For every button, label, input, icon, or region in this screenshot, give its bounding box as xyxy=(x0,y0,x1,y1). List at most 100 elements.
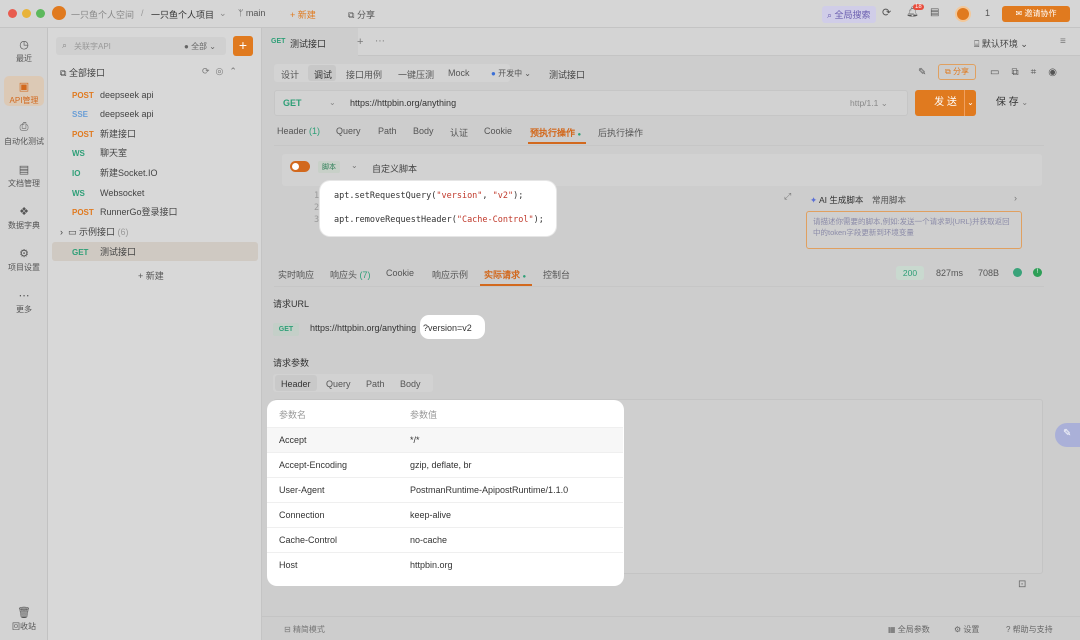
expand-icon[interactable]: ⤢ xyxy=(784,191,791,202)
project-name[interactable]: 一只鱼个人项目 xyxy=(151,8,214,21)
add-api-button[interactable]: + xyxy=(233,36,253,56)
subtab-cases[interactable]: 接口用例 xyxy=(346,68,382,81)
floating-assistant-button[interactable]: ✎ xyxy=(1055,423,1080,447)
share-api-button[interactable]: ⧉ 分享 xyxy=(938,64,976,80)
more-tabs-icon[interactable]: ⋯ xyxy=(375,36,385,47)
req-tab-header[interactable]: Header (1) xyxy=(277,126,320,136)
tree-item[interactable]: WS 聊天室 xyxy=(72,144,127,162)
rail-data-dictionary[interactable]: ❖ 数据字典 xyxy=(0,205,48,231)
http-version-selector[interactable]: http/1.1 ⌄ xyxy=(850,98,888,109)
req-tab-post-script[interactable]: 后执行操作 xyxy=(598,126,643,139)
code-editor[interactable]: 1 apt.setRequestQuery("version", "v2"); … xyxy=(314,181,556,236)
tree-item[interactable]: WS Websocket xyxy=(72,184,144,202)
tree-new-button[interactable]: + 新建 xyxy=(138,269,164,282)
help-button[interactable]: ? 帮助与支持 xyxy=(1006,624,1053,635)
maximize-window-button[interactable] xyxy=(36,9,45,18)
layout-icon[interactable]: ⊡ xyxy=(1018,579,1026,590)
rail-more[interactable]: ⋯ 更多 xyxy=(0,289,48,315)
collapse-icon[interactable]: ⌃ xyxy=(229,66,243,76)
sync-icon[interactable]: ⟳ xyxy=(882,6,891,19)
req-tab-query[interactable]: Query xyxy=(336,126,361,136)
resp-tab-headers[interactable]: 响应头 (7) xyxy=(330,268,371,281)
chevron-right-icon[interactable]: › xyxy=(1014,193,1017,203)
tree-item-active[interactable]: GET 测试接口 xyxy=(72,243,136,261)
url-input[interactable]: https://httpbin.org/anything xyxy=(350,98,456,108)
script-title[interactable]: 自定义脚本 xyxy=(372,162,417,175)
refresh-icon[interactable]: ⟳ xyxy=(202,66,216,76)
tree-search-input[interactable]: 关联字API xyxy=(74,41,111,52)
params-tab-body[interactable]: Body xyxy=(400,379,421,389)
method-selector[interactable]: GET xyxy=(283,98,302,108)
req-tab-path[interactable]: Path xyxy=(378,126,397,136)
script-toggle[interactable] xyxy=(290,161,310,172)
minimize-window-button[interactable] xyxy=(22,9,31,18)
rail-recent[interactable]: ◷ 最近 xyxy=(0,38,48,64)
params-tab-header[interactable]: Header xyxy=(281,379,311,389)
response-time: 827ms xyxy=(936,268,964,278)
params-tab-query[interactable]: Query xyxy=(326,379,351,389)
all-apis-node[interactable]: ⧉ 全部接口 xyxy=(60,66,105,79)
save-icon[interactable]: ▭ xyxy=(990,67,1011,78)
env-settings-icon[interactable]: ≡ xyxy=(1060,36,1066,47)
tree-item[interactable]: POST deepseek api xyxy=(72,86,154,104)
params-tab-path[interactable]: Path xyxy=(366,379,385,389)
resp-tab-cookie[interactable]: Cookie xyxy=(386,268,414,278)
req-tab-cookie[interactable]: Cookie xyxy=(484,126,512,136)
tree-search-box[interactable]: ⌕ 关联字API ● 全部 ⌄ xyxy=(56,37,226,55)
code-icon[interactable]: ⌗ xyxy=(1031,67,1049,78)
ai-prompt-input[interactable]: 请描述你需要的脚本,例如:发送一个请求到{URL}并获取返回中的token字段更… xyxy=(806,211,1022,249)
tree-item[interactable]: SSE deepseek api xyxy=(72,105,154,123)
resp-tab-example[interactable]: 响应示例 xyxy=(432,268,468,281)
global-search-button[interactable]: ⌕ 全局搜索 xyxy=(822,6,876,23)
close-window-button[interactable] xyxy=(8,9,17,18)
req-tab-pre-script[interactable]: 预执行操作 ● xyxy=(530,126,581,139)
rail-auto-test[interactable]: ⎙ 自动化测试 xyxy=(0,121,48,147)
workspace-name[interactable]: 一只鱼个人空间 xyxy=(71,8,134,21)
share-button[interactable]: ⧉ 分享 xyxy=(348,8,375,21)
api-name-field[interactable]: 测试接口 xyxy=(549,68,585,81)
rail-trash[interactable]: 🗑︎ 回收站 xyxy=(0,606,48,632)
calendar-icon[interactable]: ▤ xyxy=(930,7,939,18)
add-tab-button[interactable]: + xyxy=(357,36,363,48)
subtab-load-test[interactable]: 一键压测 xyxy=(398,68,434,81)
tree-folder[interactable]: › ▭ 示例接口 (6) xyxy=(60,223,129,241)
rail-api-management[interactable]: ▣ API管理 xyxy=(0,80,48,106)
common-script-tab[interactable]: 常用脚本 xyxy=(872,194,906,206)
rail-docs[interactable]: ▤ 文档管理 xyxy=(0,163,48,189)
req-tab-auth[interactable]: 认证 xyxy=(450,126,468,139)
invite-collab-button[interactable]: ✉ 邀请协作 xyxy=(1002,6,1070,22)
chevron-down-icon[interactable]: ⌄ xyxy=(329,98,336,107)
status-selector[interactable]: ● 开发中 ⌄ xyxy=(491,68,531,79)
tree-item[interactable]: POST RunnerGo登录接口 xyxy=(72,203,178,221)
preview-icon[interactable]: ◉ xyxy=(1048,67,1069,78)
chevron-down-icon[interactable]: ⌄ xyxy=(219,8,227,19)
new-button[interactable]: + 新建 xyxy=(290,8,316,21)
tab-test-api[interactable]: GET 测试接口 xyxy=(262,28,358,56)
info-icon[interactable]: ! xyxy=(1033,268,1042,277)
subtab-design[interactable]: 设计 xyxy=(281,68,299,81)
tree-filter-dropdown[interactable]: ● 全部 ⌄ xyxy=(184,41,216,52)
env-selector[interactable]: ⌸ 默认环境 ⌄ xyxy=(974,37,1028,50)
chevron-down-icon[interactable]: ⌄ xyxy=(964,90,976,116)
send-button[interactable]: 发 送 ⌄ xyxy=(915,90,976,116)
copy-icon[interactable]: ⧉ xyxy=(1011,67,1030,78)
magic-icon[interactable]: ✎ xyxy=(918,67,926,78)
compact-mode-toggle[interactable]: ⊟ 精简模式 xyxy=(284,624,325,635)
ai-generate-tab[interactable]: ✦ AI 生成脚本 xyxy=(810,194,863,206)
subtab-mock[interactable]: Mock xyxy=(448,68,470,78)
resp-tab-realtime[interactable]: 实时响应 xyxy=(278,268,314,281)
chevron-down-icon[interactable]: ⌄ xyxy=(351,161,358,170)
locate-icon[interactable]: ◎ xyxy=(216,66,230,76)
resp-tab-console[interactable]: 控制台 xyxy=(543,268,570,281)
settings-button[interactable]: ⚙ 设置 xyxy=(954,624,979,635)
global-params-button[interactable]: ▦ 全局参数 xyxy=(888,624,930,635)
tree-item[interactable]: IO 新建Socket.IO xyxy=(72,164,158,182)
req-tab-body[interactable]: Body xyxy=(413,126,434,136)
tree-item[interactable]: POST 新建接口 xyxy=(72,125,136,143)
save-button[interactable]: 保 存 ⌄ xyxy=(984,90,1040,116)
rail-project-settings[interactable]: ⚙ 项目设置 xyxy=(0,247,48,273)
resp-tab-actual-request[interactable]: 实际请求 ● xyxy=(484,268,526,281)
avatar[interactable] xyxy=(955,6,971,22)
subtab-debug[interactable]: 调试 xyxy=(314,68,332,81)
branch-selector[interactable]: ᛘ main xyxy=(238,8,265,18)
